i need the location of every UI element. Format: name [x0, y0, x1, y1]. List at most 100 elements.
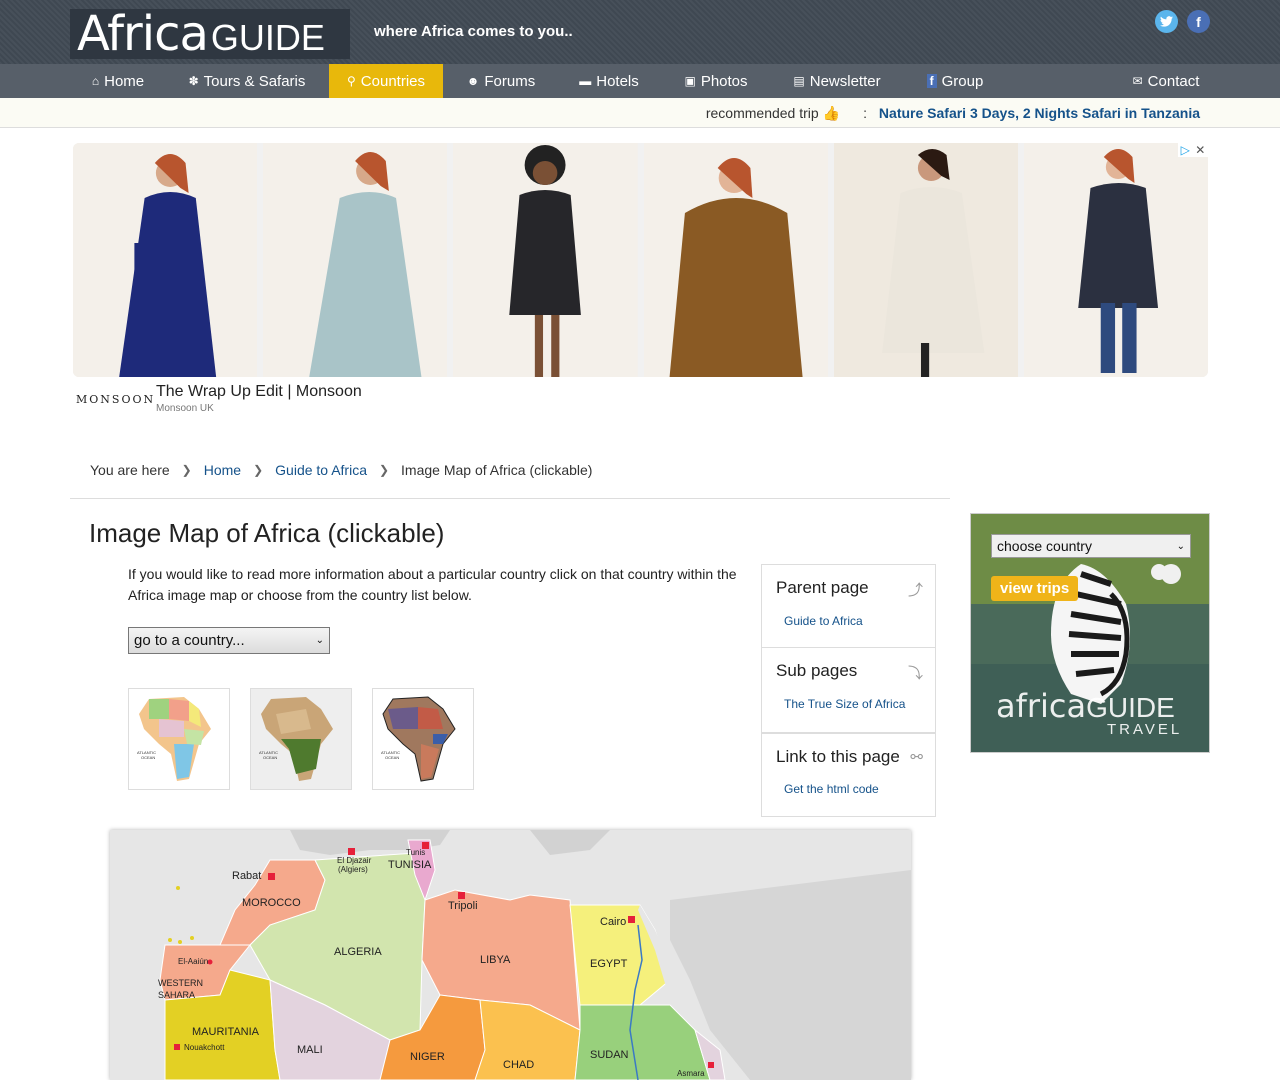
- nav-group[interactable]: f Group: [914, 64, 996, 98]
- political-map-thumbnail[interactable]: ATLANTIC OCEAN: [128, 688, 230, 790]
- link-to-page-box: Link to this page ⚯ Get the html code: [761, 733, 936, 817]
- nav-hotels[interactable]: ▬ Hotels: [566, 64, 652, 98]
- chevron-down-icon: ⌄: [315, 635, 324, 646]
- parent-page-title: Parent page: [776, 578, 869, 597]
- breadcrumb-prefix: You are here: [90, 462, 170, 478]
- newspaper-icon: ▤: [793, 74, 805, 88]
- country-select[interactable]: go to a country... ⌄: [128, 627, 330, 654]
- historical-map-thumbnail[interactable]: ATLANTIC OCEAN: [372, 688, 474, 790]
- map-label-nouakchott: Nouakchott: [184, 1043, 225, 1052]
- facebook-icon[interactable]: f: [1187, 10, 1210, 33]
- link-icon: ⚯: [910, 749, 923, 766]
- nav-newsletter[interactable]: ▤ Newsletter: [780, 64, 894, 98]
- nav-forums-label: Forums: [484, 72, 536, 90]
- travel-logo-guide: GUIDE: [1086, 692, 1175, 723]
- facebook-icon: f: [926, 74, 937, 88]
- twitter-icon[interactable]: [1155, 10, 1178, 33]
- image-icon: ▣: [684, 74, 696, 88]
- ad-image[interactable]: [453, 143, 638, 377]
- ad-source: Monsoon UK: [156, 403, 214, 414]
- recommended-trip-link[interactable]: Nature Safari 3 Days, 2 Nights Safari in…: [879, 105, 1200, 121]
- main-nav: ⌂ Home ✽ Tours & Safaris ⚲ Countries ☻ Forum…: [0, 64, 1280, 98]
- nav-contact-label: Contact: [1147, 72, 1200, 90]
- ad-image[interactable]: [833, 143, 1018, 377]
- breadcrumb-home[interactable]: Home: [204, 462, 241, 478]
- map-label-libya[interactable]: LIBYA: [480, 954, 510, 966]
- nav-contact[interactable]: ✉ Contact: [1110, 64, 1222, 98]
- html-code-link[interactable]: Get the html code: [784, 782, 879, 796]
- map-label-mauritania[interactable]: MAURITANIA: [192, 1026, 259, 1038]
- travel-logo-africa: africa: [996, 687, 1087, 725]
- adchoices-icon[interactable]: ▷ ✕: [1178, 143, 1208, 157]
- users-icon: ☻: [466, 74, 480, 88]
- logo-africa-text: Africa: [77, 6, 209, 62]
- map-label-sahara[interactable]: SAHARA: [158, 990, 195, 1000]
- map-label-sudan[interactable]: SUDAN: [590, 1049, 629, 1061]
- africa-map-svg: [110, 830, 911, 1080]
- recommended-trip-bar: recommended trip 👍 : Nature Safari 3 Day…: [0, 98, 1280, 128]
- breadcrumb-guide[interactable]: Guide to Africa: [275, 462, 367, 478]
- map-label-chad[interactable]: CHAD: [503, 1059, 534, 1071]
- map-label-mali[interactable]: MALI: [297, 1044, 323, 1056]
- parent-page-link[interactable]: Guide to Africa: [784, 614, 863, 628]
- map-label-rabat: Rabat: [232, 870, 262, 882]
- nav-home-label: Home: [104, 72, 145, 90]
- nav-tours-label: Tours & Safaris: [203, 72, 306, 90]
- close-icon[interactable]: ✕: [1195, 143, 1205, 157]
- travel-ad[interactable]: choose country ⌄ view trips africaGUIDE …: [970, 513, 1210, 753]
- map-label-egypt[interactable]: EGYPT: [590, 958, 627, 970]
- map-label-algeria[interactable]: ALGERIA: [334, 946, 382, 958]
- breadcrumb-current: Image Map of Africa (clickable): [401, 462, 593, 478]
- map-label-el-aaiun: El-Aaiún: [178, 957, 209, 966]
- divider: [70, 498, 950, 499]
- intro-text: If you would like to read more informati…: [128, 566, 737, 603]
- fashion-ad-banner[interactable]: [73, 143, 1208, 377]
- sub-page-link[interactable]: The True Size of Africa: [784, 697, 905, 711]
- home-icon: ⌂: [91, 74, 100, 88]
- site-header: Africa GUIDE where Africa comes to you..…: [0, 0, 1280, 64]
- paw-icon: ✽: [188, 74, 199, 88]
- map-label-western[interactable]: WESTERN: [158, 978, 203, 988]
- chevron-down-icon: ⌄: [1176, 540, 1185, 552]
- chevron-right-icon: ❯: [253, 463, 264, 477]
- travel-ad-logo: africaGUIDE: [996, 686, 1175, 726]
- map-label-algiers: El Djazair: [337, 856, 372, 865]
- chevron-right-icon: ❯: [378, 463, 390, 477]
- map-label-niger[interactable]: NIGER: [410, 1051, 445, 1063]
- nav-tours-safaris[interactable]: ✽ Tours & Safaris: [176, 64, 318, 98]
- choose-country-select[interactable]: choose country ⌄: [991, 534, 1191, 558]
- link-to-page-title: Link to this page: [776, 747, 900, 766]
- ad-image[interactable]: [73, 143, 258, 377]
- map-label-tripoli: Tripoli: [448, 900, 478, 912]
- nav-countries[interactable]: ⚲ Countries: [329, 64, 443, 98]
- map-label-morocco[interactable]: MOROCCO: [242, 897, 301, 909]
- site-logo[interactable]: Africa GUIDE: [70, 9, 350, 59]
- view-trips-button[interactable]: view trips: [991, 576, 1079, 601]
- svg-text:OCEAN: OCEAN: [385, 755, 399, 760]
- page-title: Image Map of Africa (clickable): [89, 518, 445, 548]
- africa-image-map[interactable]: Rabat MOROCCO El Djazair (Algiers) Tunis…: [110, 830, 911, 1080]
- travel-logo-sub: TRAVEL: [1107, 721, 1183, 738]
- recommended-label: recommended trip 👍: [706, 105, 840, 122]
- country-select-value: go to a country...: [134, 632, 245, 649]
- ad-image[interactable]: [643, 143, 828, 377]
- site-tagline: where Africa comes to you..: [374, 23, 573, 40]
- advertiser-logo[interactable]: MONSOON: [76, 393, 155, 406]
- nav-home[interactable]: ⌂ Home: [76, 64, 160, 98]
- nav-forums[interactable]: ☻ Forums: [455, 64, 547, 98]
- svg-text:OCEAN: OCEAN: [141, 755, 155, 760]
- logo-guide-text: GUIDE: [210, 17, 325, 58]
- physical-map-thumbnail[interactable]: ATLANTIC OCEAN: [250, 688, 352, 790]
- chevron-right-icon: ❯: [181, 463, 192, 477]
- nav-newsletter-label: Newsletter: [809, 72, 881, 90]
- ad-image[interactable]: [263, 143, 448, 377]
- ad-title[interactable]: The Wrap Up Edit | Monsoon: [156, 383, 362, 401]
- sub-pages-title: Sub pages: [776, 661, 858, 680]
- map-label-tunisia[interactable]: TUNISIA: [388, 859, 431, 871]
- bed-icon: ▬: [579, 74, 592, 88]
- nav-photos[interactable]: ▣ Photos: [672, 64, 760, 98]
- ad-image[interactable]: [1023, 143, 1208, 377]
- nav-countries-label: Countries: [360, 72, 425, 90]
- adchoices-play-icon: ▷: [1180, 143, 1190, 157]
- sub-pages-box: Sub pages ⤵ The True Size of Africa: [761, 648, 936, 733]
